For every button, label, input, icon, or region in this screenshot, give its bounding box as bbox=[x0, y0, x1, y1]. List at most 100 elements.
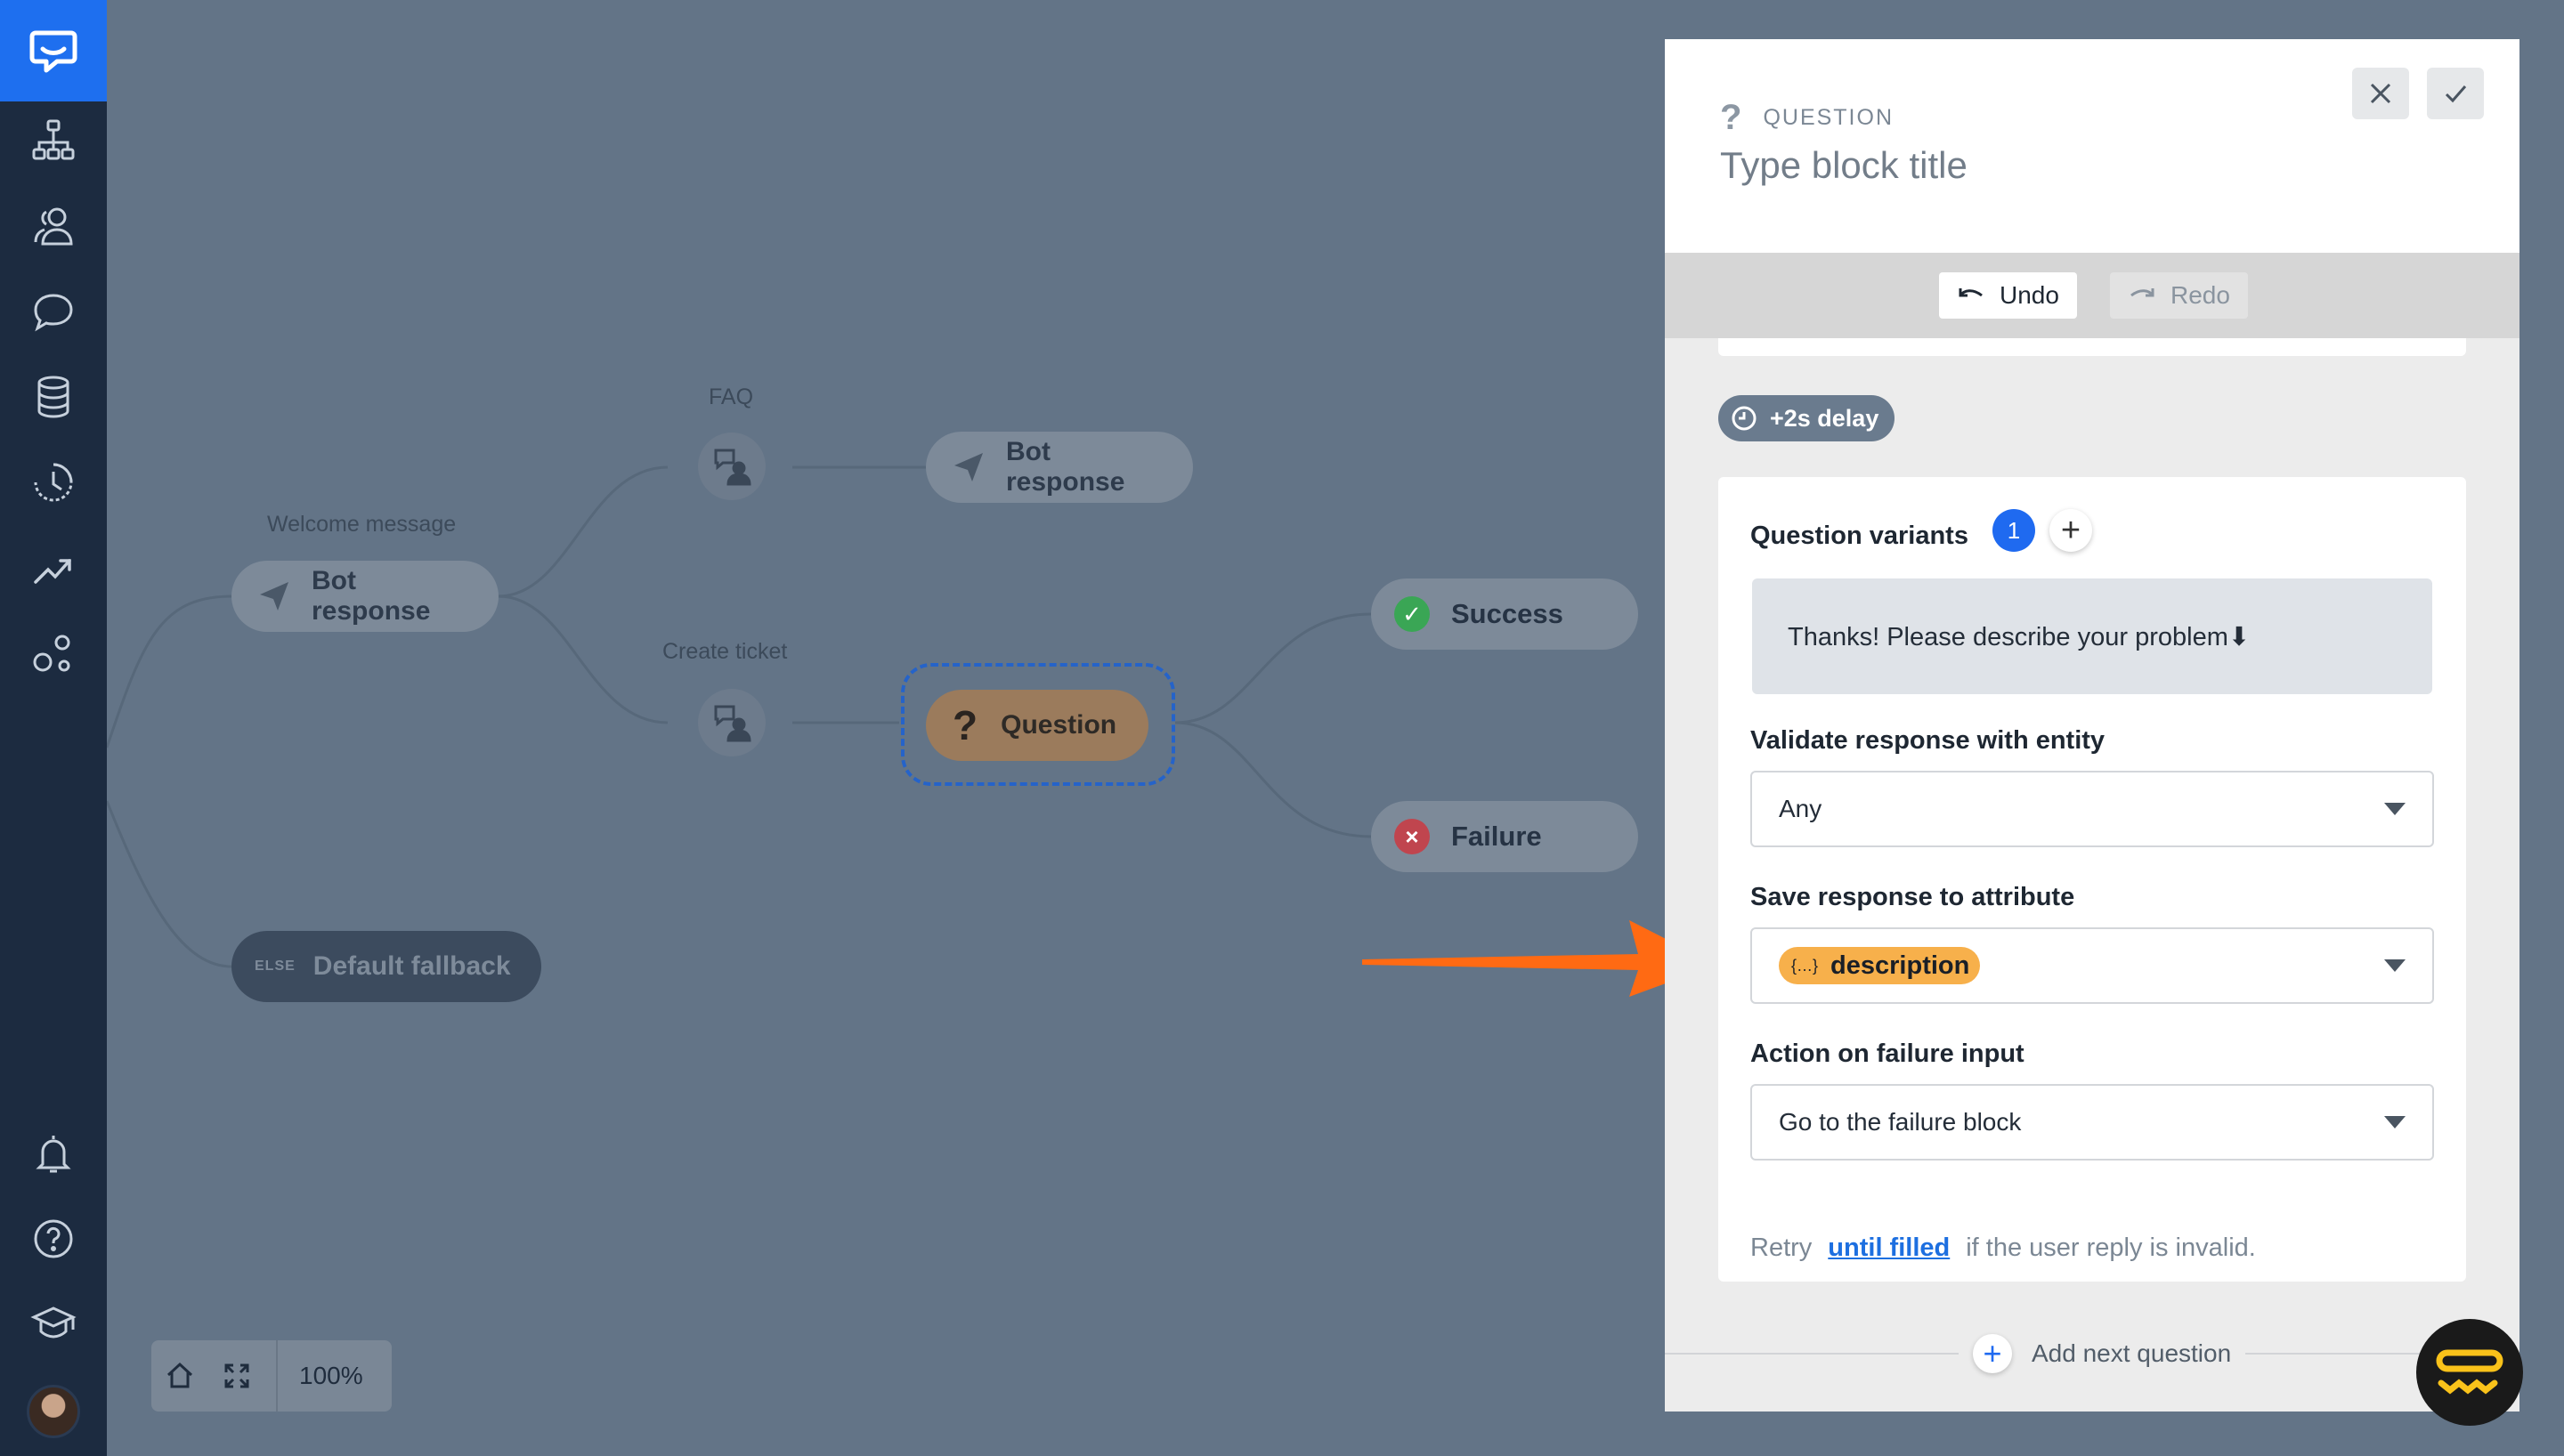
help-circle-icon bbox=[34, 1219, 73, 1258]
retry-suffix: if the user reply is invalid. bbox=[1966, 1234, 2256, 1262]
sitemap-icon bbox=[32, 119, 75, 160]
check-icon bbox=[2445, 85, 2467, 103]
expand-icon bbox=[224, 1363, 249, 1388]
graduation-cap-icon bbox=[30, 1306, 77, 1339]
create-ticket-connector[interactable] bbox=[698, 689, 766, 756]
node-title: Question bbox=[1001, 710, 1117, 740]
select-value: Any bbox=[1779, 795, 1822, 822]
x-circle-icon: × bbox=[1394, 819, 1430, 854]
question-settings-card: Question variants 1 + Thanks! Please des… bbox=[1718, 477, 2466, 1282]
history-icon bbox=[34, 463, 73, 502]
sidebar bbox=[0, 0, 107, 1456]
select-value: Go to the failure block bbox=[1779, 1108, 2022, 1136]
plus-icon: + bbox=[1973, 1334, 2012, 1373]
node-title: Default fallback bbox=[312, 951, 511, 981]
add-next-label: Add next question bbox=[2032, 1339, 2232, 1367]
success-node[interactable]: ✓ Success bbox=[1371, 578, 1638, 650]
question-mark-icon: ? bbox=[953, 702, 978, 748]
redo-icon bbox=[2130, 288, 2154, 297]
panel-header: ? QUESTION Type block title bbox=[1665, 39, 2519, 253]
validate-entity-select[interactable]: Any bbox=[1750, 771, 2434, 847]
variants-count-badge[interactable]: 1 bbox=[1992, 509, 2035, 552]
user-chat-icon bbox=[714, 449, 751, 486]
bell-icon bbox=[36, 1136, 71, 1173]
chat-logo-icon bbox=[29, 30, 77, 73]
previous-card-edge bbox=[1718, 338, 2466, 356]
plus-icon: + bbox=[2060, 511, 2081, 549]
zoom-controls: 100% bbox=[151, 1340, 392, 1412]
redo-button[interactable]: Redo bbox=[2110, 272, 2248, 319]
close-icon bbox=[2370, 83, 2391, 104]
trending-up-icon bbox=[34, 559, 71, 584]
delay-badge[interactable]: +2s delay bbox=[1718, 395, 1895, 441]
check-circle-icon: ✓ bbox=[1394, 596, 1430, 632]
faq-intent-connector[interactable] bbox=[698, 433, 766, 500]
add-next-question-button[interactable]: + Add next question bbox=[1959, 1333, 2246, 1374]
caret-down-icon bbox=[2384, 803, 2406, 815]
delay-label: +2s delay bbox=[1770, 404, 1879, 432]
add-variant-button[interactable]: + bbox=[2049, 509, 2092, 552]
zoom-level[interactable]: 100% bbox=[278, 1362, 363, 1390]
caret-down-icon bbox=[2384, 959, 2406, 972]
chat-bubble-icon bbox=[34, 294, 73, 332]
attribute-chip: {…} description bbox=[1779, 947, 1981, 984]
failure-action-label: Action on failure input bbox=[1750, 1039, 2024, 1068]
question-block-editor: ? QUESTION Type block title Undo Redo +2… bbox=[1665, 39, 2519, 1412]
question-node[interactable]: ? Question bbox=[926, 690, 1148, 761]
welcome-bot-response-node[interactable]: Bot response bbox=[231, 561, 499, 632]
nav-integrations[interactable] bbox=[23, 623, 84, 684]
user-avatar[interactable] bbox=[27, 1385, 80, 1438]
caret-down-icon bbox=[2384, 1116, 2406, 1128]
undo-label: Undo bbox=[2000, 281, 2059, 309]
app-logo[interactable] bbox=[0, 0, 107, 101]
attribute-name: description bbox=[1830, 950, 1970, 980]
nav-reports[interactable] bbox=[23, 538, 84, 598]
else-tag: ELSE bbox=[255, 959, 296, 974]
retry-mode-link[interactable]: until filled bbox=[1828, 1234, 1950, 1263]
undo-button[interactable]: Undo bbox=[1939, 272, 2077, 319]
redo-label: Redo bbox=[2170, 281, 2230, 309]
chat-widget-icon bbox=[2436, 1349, 2503, 1395]
integrations-icon bbox=[33, 635, 70, 672]
database-icon bbox=[37, 376, 69, 418]
faq-bot-response-node[interactable]: Bot response bbox=[926, 432, 1193, 503]
failure-action-select[interactable]: Go to the failure block bbox=[1750, 1084, 2434, 1161]
failure-node[interactable]: × Failure bbox=[1371, 801, 1638, 872]
retry-settings: Retry until filled if the user reply is … bbox=[1750, 1234, 2256, 1263]
clock-icon bbox=[1732, 406, 1757, 431]
nav-conversations[interactable] bbox=[23, 281, 84, 342]
undo-redo-bar bbox=[1665, 253, 2519, 338]
question-variants-label: Question variants bbox=[1750, 522, 1968, 550]
users-icon bbox=[34, 207, 73, 246]
nav-data[interactable] bbox=[23, 367, 84, 427]
nav-help[interactable] bbox=[23, 1209, 84, 1269]
validate-label: Validate response with entity bbox=[1750, 726, 2106, 755]
nav-audience[interactable] bbox=[23, 196, 84, 256]
close-button[interactable] bbox=[2352, 68, 2409, 119]
support-chat-button[interactable] bbox=[2416, 1319, 2523, 1426]
home-button[interactable] bbox=[151, 1340, 208, 1412]
node-title: Bot response bbox=[312, 566, 431, 626]
variable-icon: {…} bbox=[1791, 956, 1819, 975]
send-icon bbox=[260, 582, 288, 611]
fit-screen-button[interactable] bbox=[208, 1340, 265, 1412]
nav-flows[interactable] bbox=[23, 110, 84, 171]
save-attribute-label: Save response to attribute bbox=[1750, 883, 2075, 911]
undo-icon bbox=[1959, 288, 1983, 297]
question-variant-text[interactable]: Thanks! Please describe your problem⬇ bbox=[1752, 578, 2432, 694]
node-title: Success bbox=[1451, 598, 1563, 629]
node-title: Bot response bbox=[1006, 437, 1125, 497]
nav-history[interactable] bbox=[23, 452, 84, 513]
nav-academy[interactable] bbox=[23, 1294, 84, 1355]
home-icon bbox=[166, 1362, 193, 1388]
create-ticket-label: Create ticket bbox=[662, 639, 788, 664]
confirm-button[interactable] bbox=[2427, 68, 2484, 119]
block-type-label: QUESTION bbox=[1763, 105, 1895, 130]
default-fallback-node[interactable]: ELSE Default fallback bbox=[231, 931, 541, 1002]
node-title: Failure bbox=[1451, 821, 1542, 852]
retry-prefix: Retry bbox=[1750, 1234, 1813, 1262]
faq-label: FAQ bbox=[709, 384, 754, 409]
block-title-input[interactable]: Type block title bbox=[1720, 144, 1968, 187]
nav-notifications[interactable] bbox=[23, 1123, 84, 1184]
save-attribute-select[interactable]: {…} description bbox=[1750, 927, 2434, 1004]
